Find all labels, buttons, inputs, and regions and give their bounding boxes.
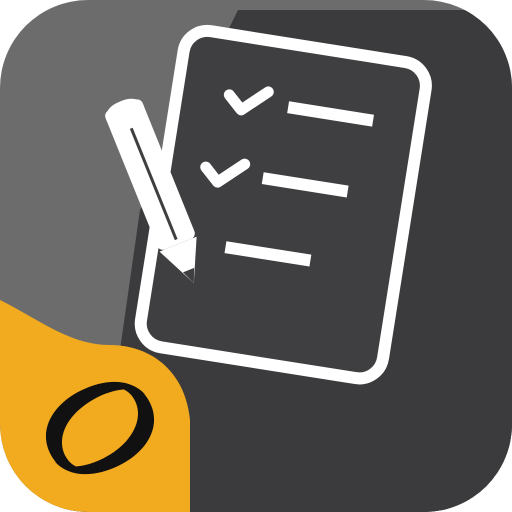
app-icon-artwork — [0, 0, 512, 512]
app-icon — [0, 0, 512, 512]
